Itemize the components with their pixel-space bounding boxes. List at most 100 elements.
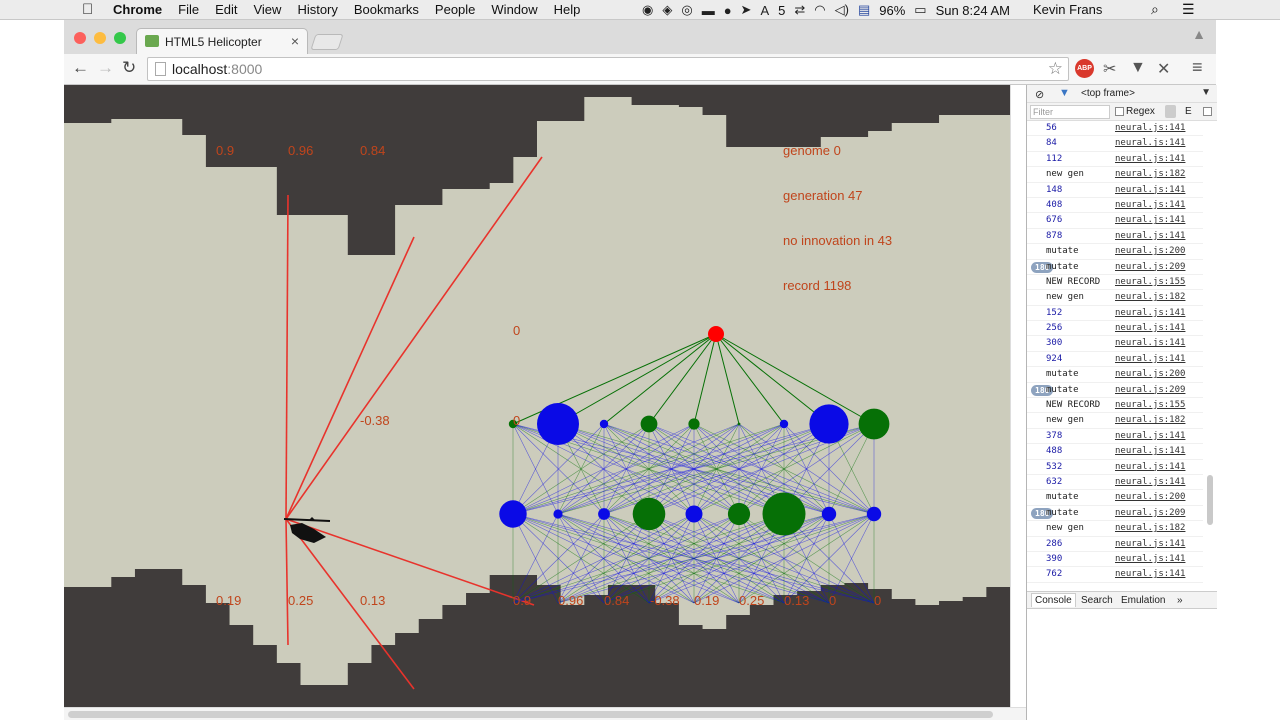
- console-source-link[interactable]: neural.js:182: [1115, 413, 1185, 427]
- console-source-link[interactable]: neural.js:141: [1115, 121, 1185, 135]
- tab-close-icon[interactable]: ×: [291, 33, 299, 49]
- extension-tools-icon[interactable]: ✂: [1103, 59, 1116, 79]
- console-source-link[interactable]: neural.js:200: [1115, 490, 1185, 504]
- console-source-link[interactable]: neural.js:141: [1115, 198, 1185, 212]
- menu-window[interactable]: Window: [491, 2, 537, 17]
- console-source-link[interactable]: neural.js:141: [1115, 336, 1185, 350]
- profile-icon[interactable]: ▲: [1188, 26, 1210, 46]
- adobe-icon[interactable]: A: [760, 3, 769, 18]
- tab-emulation[interactable]: Emulation: [1121, 595, 1165, 606]
- menu-history[interactable]: History: [297, 2, 337, 17]
- minimize-window-button[interactable]: [94, 32, 106, 44]
- address-bar[interactable]: localhost:8000 ☆: [147, 57, 1069, 81]
- console-source-link[interactable]: neural.js:182: [1115, 167, 1185, 181]
- menu-people[interactable]: People: [435, 2, 475, 17]
- frame-selector[interactable]: <top frame>: [1081, 88, 1135, 99]
- console-source-link[interactable]: neural.js:141: [1115, 229, 1185, 243]
- zoom-window-button[interactable]: [114, 32, 126, 44]
- console-source-link[interactable]: neural.js:155: [1115, 275, 1185, 289]
- tab-html5-helicopter[interactable]: HTML5 Helicopter ×: [136, 28, 308, 54]
- clock[interactable]: Sun 8:24 AM: [936, 3, 1010, 18]
- game-canvas[interactable]: genome 0 generation 47 no innovation in …: [64, 85, 1010, 707]
- log-level-button[interactable]: [1165, 105, 1176, 118]
- apple-menu-icon[interactable]: : [82, 1, 93, 18]
- wifi-icon[interactable]: ◠: [814, 2, 825, 18]
- close-window-button[interactable]: [74, 32, 86, 44]
- horizontal-scrollbar[interactable]: [64, 707, 1026, 720]
- stop-icon[interactable]: ◉: [642, 2, 653, 18]
- network-icon[interactable]: ⇄: [794, 2, 805, 18]
- tab-search[interactable]: Search: [1081, 595, 1113, 606]
- console-source-link[interactable]: neural.js:182: [1115, 290, 1185, 304]
- console-source-link[interactable]: neural.js:141: [1115, 552, 1185, 566]
- console-log[interactable]: 56 neural.js:141 84 neural.js:141 112 neural.…: [1027, 121, 1203, 591]
- menu-view[interactable]: View: [253, 2, 281, 17]
- frame-dropdown-icon[interactable]: ▼: [1201, 87, 1211, 98]
- bookmark-star-icon[interactable]: ☆: [1048, 59, 1063, 79]
- regex-checkbox[interactable]: [1115, 107, 1124, 116]
- adblock-plus-icon[interactable]: ABP: [1075, 59, 1094, 78]
- back-button[interactable]: ←: [72, 58, 89, 78]
- user-name[interactable]: Kevin Frans: [1033, 2, 1102, 17]
- battery-icon[interactable]: ▭: [914, 2, 926, 18]
- console-message: 300: [1046, 338, 1063, 349]
- console-row: 256 neural.js:141: [1027, 321, 1203, 337]
- hidden-value-label: 0: [513, 413, 521, 428]
- scrollbar-thumb[interactable]: [68, 711, 993, 718]
- console-source-link[interactable]: neural.js:141: [1115, 460, 1185, 474]
- console-message: 84: [1046, 138, 1057, 149]
- extension-x-icon[interactable]: ✕: [1157, 59, 1170, 79]
- battery-bar-icon[interactable]: ▬: [702, 3, 715, 18]
- mid-node-4: [632, 497, 666, 531]
- reload-button[interactable]: ↻: [122, 58, 136, 78]
- menu-edit[interactable]: Edit: [215, 2, 237, 17]
- console-source-link[interactable]: neural.js:182: [1115, 521, 1185, 535]
- console-source-link[interactable]: neural.js:200: [1115, 367, 1185, 381]
- circle-icon[interactable]: ●: [724, 3, 732, 18]
- console-source-link[interactable]: neural.js:141: [1115, 537, 1185, 551]
- console-source-link[interactable]: neural.js:141: [1115, 136, 1185, 150]
- drawer-tabs: Console Search Emulation »: [1027, 591, 1217, 609]
- forward-button[interactable]: →: [97, 58, 114, 78]
- console-source-link[interactable]: neural.js:141: [1115, 306, 1185, 320]
- chrome-menu-icon[interactable]: ≡: [1192, 57, 1203, 78]
- console-message: 390: [1046, 553, 1063, 564]
- dropbox-icon[interactable]: ◈: [662, 2, 672, 18]
- spotlight-icon[interactable]: ⌕: [1151, 1, 1159, 18]
- console-scrollbar[interactable]: [1206, 121, 1215, 591]
- console-filter-input[interactable]: Filter: [1030, 105, 1110, 119]
- menu-help[interactable]: Help: [554, 2, 581, 17]
- console-source-link[interactable]: neural.js:141: [1115, 352, 1185, 366]
- drawer-more-icon[interactable]: »: [1177, 595, 1183, 606]
- extension-cap-icon[interactable]: ▼: [1130, 59, 1146, 77]
- console-source-link[interactable]: neural.js:141: [1115, 567, 1185, 581]
- tab-console[interactable]: Console: [1031, 593, 1076, 607]
- console-scrollbar-thumb[interactable]: [1207, 475, 1213, 525]
- console-source-link[interactable]: neural.js:141: [1115, 429, 1185, 443]
- console-source-link[interactable]: neural.js:209: [1115, 383, 1185, 397]
- console-source-link[interactable]: neural.js:141: [1115, 444, 1185, 458]
- menu-app-name[interactable]: Chrome: [113, 2, 162, 17]
- menu-file[interactable]: File: [178, 2, 199, 17]
- console-source-link[interactable]: neural.js:155: [1115, 398, 1185, 412]
- notification-center-icon[interactable]: ☰: [1182, 1, 1195, 18]
- bird-icon[interactable]: ➤: [741, 2, 752, 18]
- input-label-5: 0.19: [694, 593, 720, 608]
- clear-console-icon[interactable]: ⊘: [1035, 88, 1044, 101]
- menu-bookmarks[interactable]: Bookmarks: [354, 2, 419, 17]
- flag-icon[interactable]: ▤: [858, 2, 870, 18]
- console-source-link[interactable]: neural.js:209: [1115, 260, 1185, 274]
- console-source-link[interactable]: neural.js:141: [1115, 183, 1185, 197]
- new-tab-button[interactable]: [310, 34, 344, 50]
- filter-icon[interactable]: ▼: [1059, 87, 1070, 99]
- console-source-link[interactable]: neural.js:141: [1115, 213, 1185, 227]
- console-source-link[interactable]: neural.js:141: [1115, 152, 1185, 166]
- console-source-link[interactable]: neural.js:209: [1115, 506, 1185, 520]
- page-icon: [155, 62, 166, 76]
- sync-icon[interactable]: ◎: [681, 2, 692, 18]
- volume-icon[interactable]: ◁): [835, 2, 849, 18]
- console-source-link[interactable]: neural.js:141: [1115, 321, 1185, 335]
- preserve-log-checkbox[interactable]: [1203, 107, 1212, 116]
- console-source-link[interactable]: neural.js:141: [1115, 475, 1185, 489]
- console-source-link[interactable]: neural.js:200: [1115, 244, 1185, 258]
